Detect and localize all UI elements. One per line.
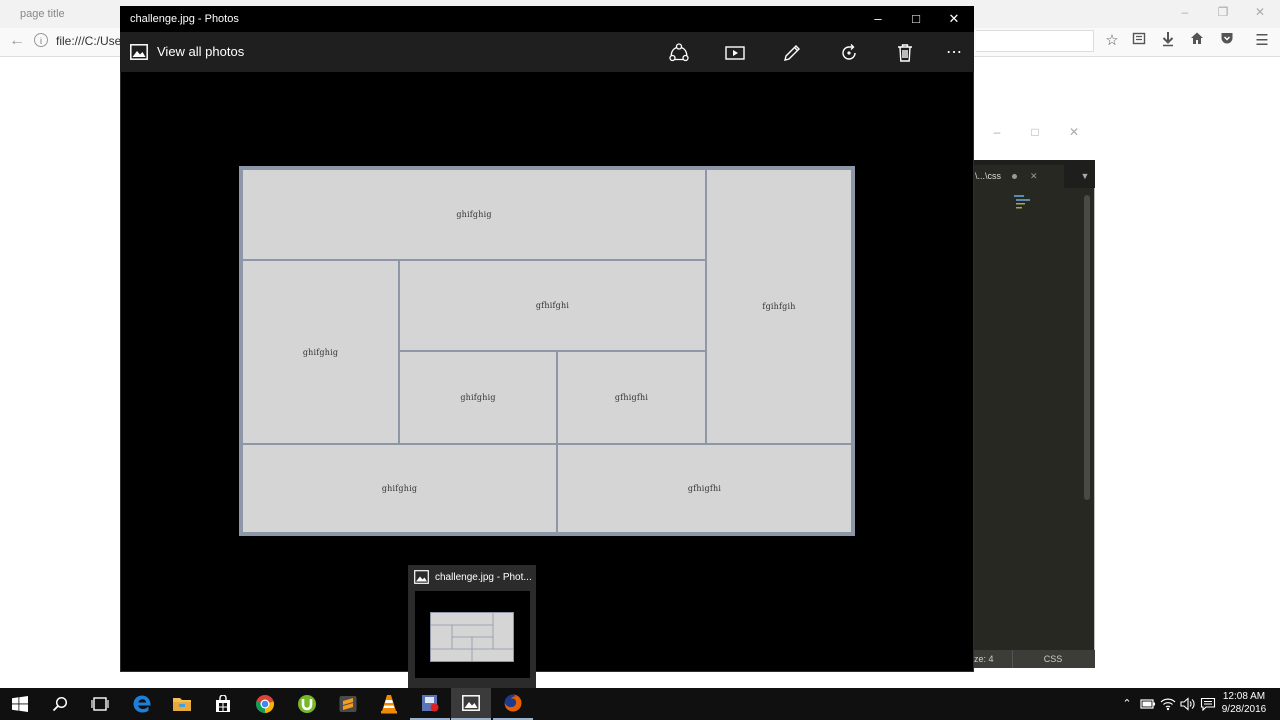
taskbar-vlc[interactable] (369, 688, 409, 720)
share-icon[interactable] (668, 42, 690, 64)
cell-label: ghifghig (456, 210, 492, 219)
download-icon[interactable] (1157, 31, 1179, 51)
view-all-photos-button[interactable]: View all photos (157, 42, 297, 62)
chrome-icon (256, 695, 274, 713)
photos-icon[interactable] (130, 44, 148, 60)
search-icon (52, 696, 68, 712)
slideshow-icon[interactable] (724, 42, 746, 64)
preview-image (430, 612, 514, 662)
photos-icon (462, 695, 480, 711)
tab-menu-icon[interactable]: ▼ (1079, 170, 1091, 182)
editor-close-button[interactable]: ✕ (1065, 124, 1083, 140)
firefox-icon (504, 694, 522, 712)
url-field[interactable]: file:///C:/Users/ (56, 31, 120, 51)
battery-icon[interactable] (1140, 698, 1156, 710)
image-cell-top-wide: ghifghig (241, 168, 707, 261)
photos-close-button[interactable]: ✕ (944, 10, 964, 28)
tab-size-indicator[interactable]: ze: 4 (974, 650, 1012, 668)
clock-date[interactable]: 9/28/2016 (1218, 703, 1270, 716)
vlc-cone-icon (381, 695, 397, 714)
info-icon[interactable]: i (34, 33, 48, 47)
image-cell-middle-wide: gfhifghi (398, 259, 707, 352)
cell-label: fgihfgih (762, 302, 796, 311)
taskbar-file-explorer[interactable] (162, 688, 202, 720)
cell-label: ghifghig (381, 484, 418, 493)
preview-title: challenge.jpg - Phot... (435, 572, 532, 583)
hamburger-menu-icon[interactable]: ☰ (1251, 31, 1273, 51)
photo-image: ghifghig fgihfgih ghifghig gfhifghi ghif… (239, 166, 855, 536)
firefox-minimize-button[interactable]: – (1175, 4, 1195, 20)
image-cell-left-tall: ghifghig (241, 259, 400, 445)
taskbar-photos[interactable] (451, 688, 491, 720)
taskbar-edge[interactable] (122, 688, 162, 720)
pocket-icon[interactable] (1216, 31, 1238, 51)
wifi-icon[interactable] (1160, 697, 1176, 711)
image-cell-middle-small-right: gfhigfhi (556, 350, 707, 445)
more-icon[interactable]: ⋯ (943, 42, 965, 64)
editor-tab[interactable]: \...\css (974, 165, 1064, 188)
search-button[interactable] (40, 688, 80, 720)
delete-icon[interactable] (894, 42, 916, 64)
cell-label: ghifghig (302, 347, 339, 357)
cell-label: ghifghig (460, 393, 496, 402)
tab-close-icon[interactable]: ✕ (1030, 170, 1040, 182)
star-icon[interactable]: ☆ (1101, 31, 1123, 51)
store-bag-icon (216, 695, 230, 712)
windows-logo-icon (12, 696, 28, 712)
unsaved-dot-icon (1012, 174, 1017, 179)
sublime-text-icon (339, 696, 357, 712)
rotate-icon[interactable] (838, 42, 860, 64)
photos-minimize-button[interactable]: – (868, 10, 888, 28)
task-view-button[interactable] (80, 688, 120, 720)
editor-window (974, 118, 1095, 668)
editor-minimize-button[interactable]: – (988, 124, 1006, 140)
back-arrow-icon[interactable]: ← (8, 32, 26, 50)
photos-icon (414, 570, 429, 584)
taskbar-utorrent[interactable] (287, 688, 327, 720)
reading-list-icon[interactable] (1128, 31, 1150, 51)
taskbar-chrome[interactable] (245, 688, 285, 720)
folder-icon (173, 698, 191, 711)
start-button[interactable] (0, 688, 40, 720)
syntax-indicator[interactable]: CSS (1013, 650, 1093, 668)
edge-icon (133, 695, 151, 713)
edit-pencil-icon[interactable] (781, 42, 803, 64)
image-cell-middle-small-left: ghifghig (398, 350, 558, 445)
task-view-icon (91, 697, 109, 711)
cell-label: gfhigfhi (687, 484, 722, 493)
editor-scrollbar[interactable] (1084, 195, 1090, 500)
photos-maximize-button[interactable]: □ (906, 10, 926, 28)
utorrent-icon (298, 695, 316, 713)
editor-maximize-button[interactable]: □ (1026, 124, 1044, 140)
installer-icon (422, 695, 439, 712)
firefox-tab[interactable]: page title (0, 0, 120, 28)
image-cell-bottom-left: ghifghig (241, 443, 558, 534)
cell-label: gfhigfhi (614, 393, 649, 402)
firefox-close-button[interactable]: ✕ (1250, 4, 1270, 20)
home-icon[interactable] (1186, 31, 1208, 51)
window-title: challenge.jpg - Photos (130, 13, 239, 25)
taskbar-firefox[interactable] (493, 688, 533, 720)
clock-time[interactable]: 12:08 AM (1218, 690, 1270, 703)
taskbar-app-installer[interactable] (410, 688, 450, 720)
action-center-icon[interactable] (1200, 697, 1216, 711)
image-cell-right-tall: fgihfgih (705, 168, 853, 445)
show-hidden-icons-chevron-icon[interactable]: ⌃ (1119, 694, 1135, 714)
url-field-end[interactable] (976, 30, 1094, 52)
image-cell-bottom-right: gfhigfhi (556, 443, 853, 534)
volume-icon[interactable] (1180, 697, 1196, 711)
cell-label: gfhifghi (535, 301, 570, 310)
firefox-restore-button[interactable]: ❐ (1213, 4, 1233, 20)
taskbar-store[interactable] (203, 688, 243, 720)
taskbar-sublime-text[interactable] (328, 688, 368, 720)
minimap[interactable] (1013, 193, 1031, 213)
